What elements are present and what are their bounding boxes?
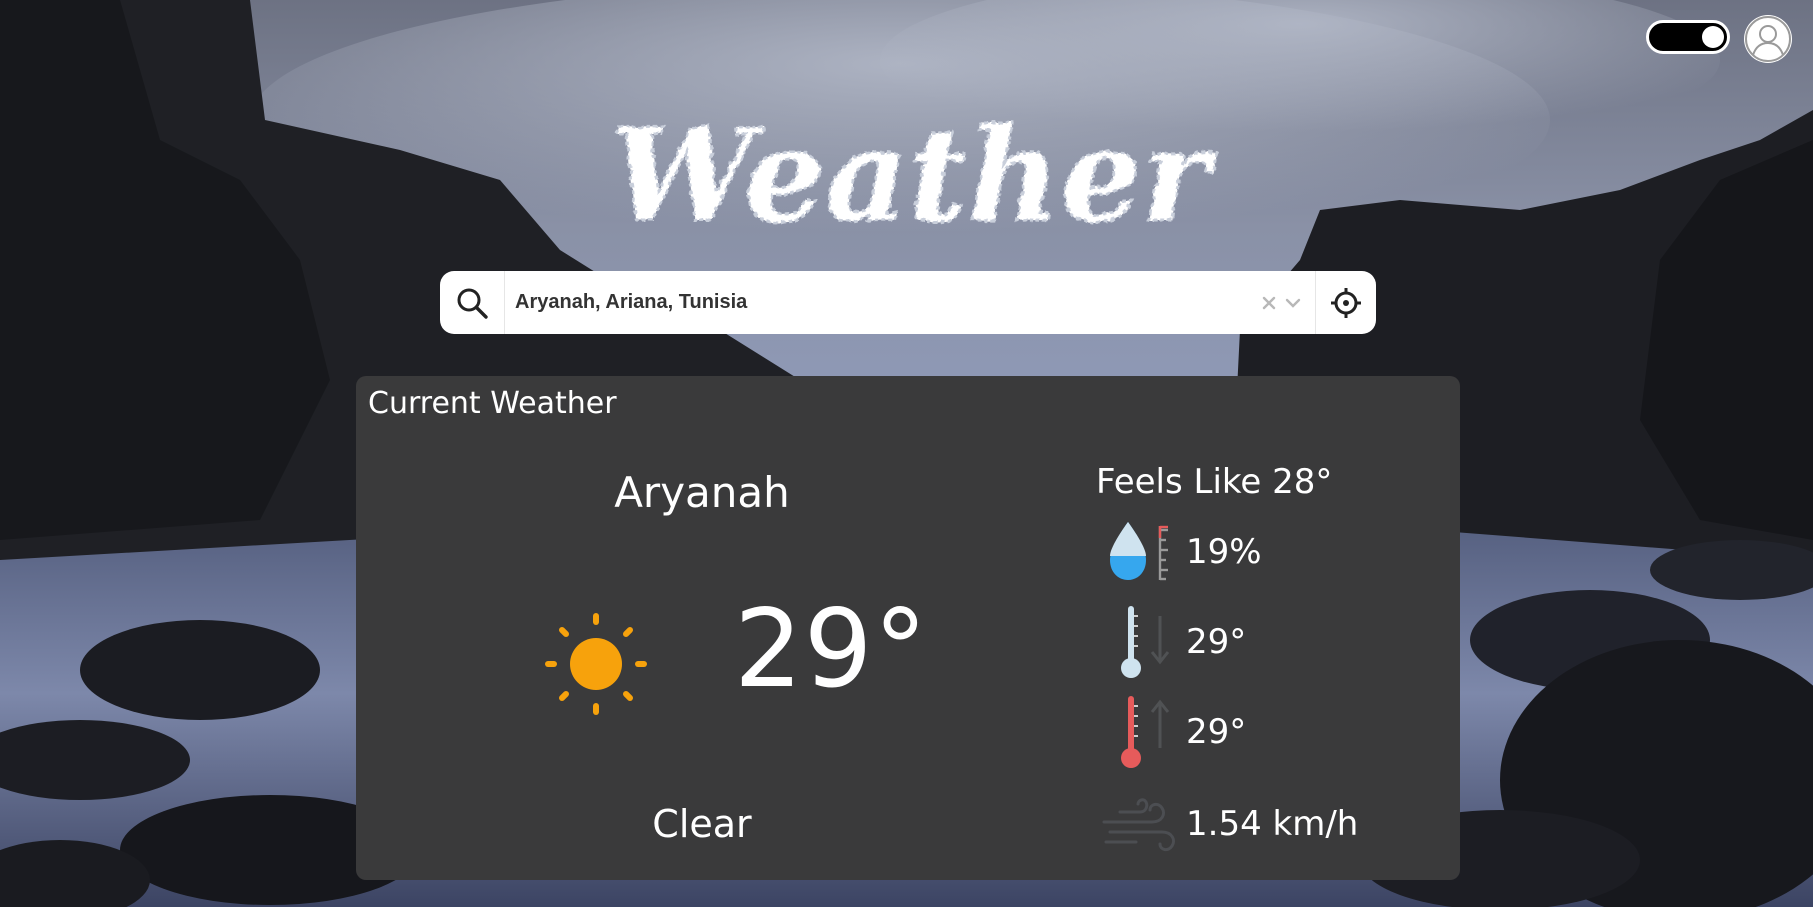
location-search-bar[interactable]	[440, 271, 1376, 334]
current-weather-card: Current Weather Aryanah 29° Clear Feels …	[356, 376, 1460, 880]
feels-like: Feels Like 28°	[1096, 462, 1333, 502]
temp-min-value: 29°	[1186, 622, 1247, 662]
wind-icon	[1102, 798, 1176, 852]
wind-speed-value: 1.54 km/h	[1186, 804, 1359, 844]
wind-row: 1.54 km/h	[1100, 784, 1358, 864]
current-temperature: 29°	[734, 587, 929, 712]
location-dropdown-button[interactable]	[1281, 291, 1305, 315]
close-icon	[1262, 296, 1276, 309]
thermometer-high-icon	[1121, 696, 1170, 768]
toggle-knob	[1702, 26, 1724, 48]
chevron-down-icon	[1285, 298, 1301, 308]
profile-avatar-button[interactable]	[1744, 15, 1792, 63]
temp-max-value: 29°	[1186, 712, 1247, 752]
app-title-text: Weather	[611, 101, 1218, 251]
app-title: Weather	[600, 100, 1220, 253]
theme-toggle[interactable]	[1646, 20, 1730, 54]
humidity-icon	[1110, 522, 1168, 581]
current-location-button[interactable]	[1316, 271, 1376, 334]
weather-condition: Clear	[652, 802, 752, 846]
clear-search-button[interactable]	[1257, 291, 1281, 315]
thermometer-low-icon	[1121, 606, 1170, 678]
card-title: Current Weather	[368, 386, 617, 421]
city-name: Aryanah	[614, 468, 790, 517]
temp-min-row: 29°	[1100, 602, 1246, 682]
search-button[interactable]	[440, 271, 505, 334]
user-icon	[1745, 16, 1791, 62]
sun-icon	[545, 613, 647, 715]
temp-max-row: 29°	[1100, 692, 1246, 772]
location-search-input[interactable]	[505, 271, 1257, 334]
humidity-row: 19%	[1100, 512, 1262, 592]
humidity-value: 19%	[1186, 532, 1262, 572]
search-icon	[457, 288, 488, 319]
crosshair-icon	[1331, 287, 1361, 318]
